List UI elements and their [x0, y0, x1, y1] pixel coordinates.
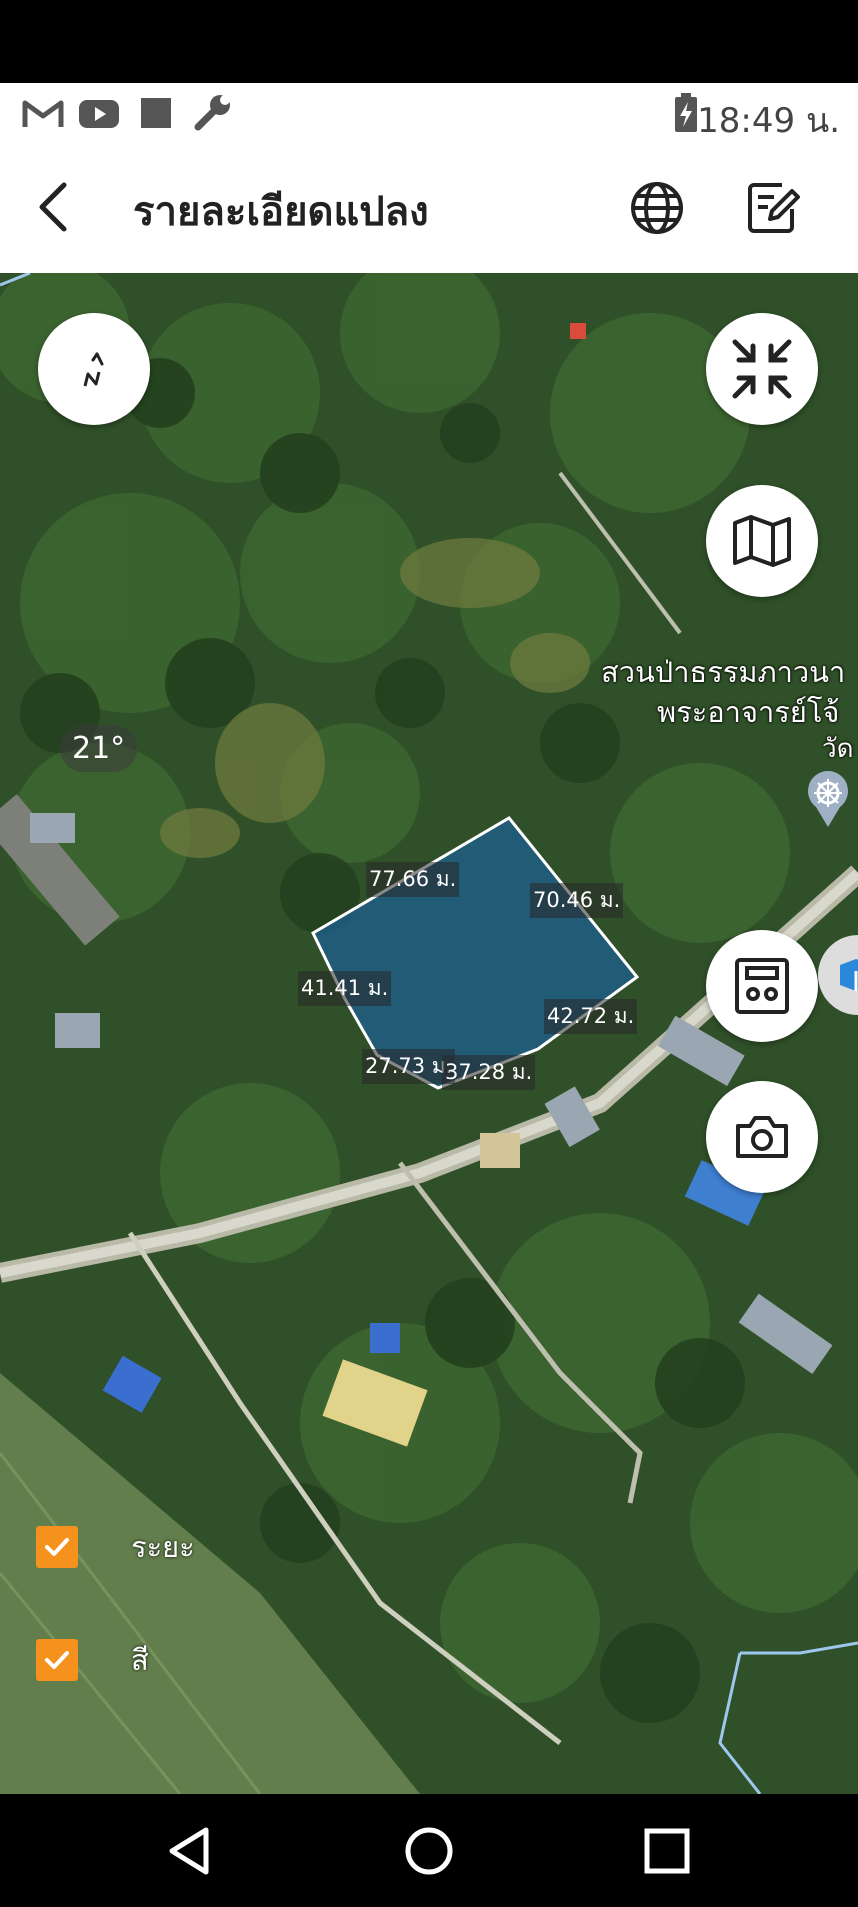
plot-dimension-label: 41.41 ม. — [298, 971, 392, 1006]
home-circle-icon[interactable] — [402, 1824, 456, 1878]
square-notification-icon — [141, 98, 171, 128]
camera-button[interactable] — [706, 1081, 818, 1193]
compass-bearing: 21° — [60, 725, 138, 772]
check-icon — [45, 1538, 69, 1556]
place-label-line2: พระอาจารย์โจ้ — [657, 695, 840, 729]
app-bar: รายละเอียดแปลง — [0, 145, 858, 273]
color-label: สี — [131, 1643, 149, 1677]
youtube-icon — [79, 100, 119, 128]
plot-dimension-label: 70.46 ม. — [530, 883, 624, 918]
compass-icon — [83, 352, 104, 387]
distance-label: ระยะ — [131, 1530, 195, 1564]
status-time: 18:49 น. — [697, 101, 840, 141]
globe-icon[interactable] — [628, 179, 686, 237]
plot-dimension-label: 77.66 ม. — [366, 862, 460, 897]
toggle-distance[interactable]: ระยะ — [36, 1524, 195, 1570]
status-bar: 18:49 น. — [0, 83, 858, 145]
back-arrow-icon[interactable] — [22, 175, 86, 239]
page-title: รายละเอียดแปลง — [133, 189, 429, 235]
gmail-icon — [22, 100, 64, 127]
color-checkbox[interactable] — [36, 1639, 78, 1681]
distance-checkbox[interactable] — [36, 1526, 78, 1568]
battery-charging-icon — [675, 93, 697, 132]
cube-icon — [840, 959, 858, 991]
edit-note-icon[interactable] — [744, 179, 802, 237]
plot-dimension-label: 37.28 ม. — [442, 1055, 536, 1090]
system-nav-bar — [0, 1794, 858, 1907]
calculator-button[interactable] — [706, 930, 818, 1042]
map-layers-button[interactable] — [706, 485, 818, 597]
toggle-color[interactable]: สี — [36, 1637, 149, 1683]
temple-marker-icon[interactable] — [806, 771, 850, 829]
collapse-icon — [732, 339, 792, 399]
place-label-line3: วัด — [822, 734, 854, 764]
satellite-map[interactable]: 21° สวนป่าธรรมภาวนา พระอาจารย์โจ้ วัด 77… — [0, 273, 858, 1794]
wrench-icon — [194, 95, 230, 131]
compass-button[interactable] — [38, 313, 150, 425]
back-triangle-icon[interactable] — [164, 1824, 218, 1878]
plot-dimension-label: 42.72 ม. — [544, 999, 638, 1034]
map-layers-icon — [733, 515, 791, 567]
check-icon — [45, 1651, 69, 1669]
recents-square-icon[interactable] — [640, 1824, 694, 1878]
top-black-band — [0, 0, 858, 83]
collapse-button[interactable] — [706, 313, 818, 425]
calculator-icon — [735, 958, 789, 1014]
camera-icon — [736, 1116, 788, 1158]
